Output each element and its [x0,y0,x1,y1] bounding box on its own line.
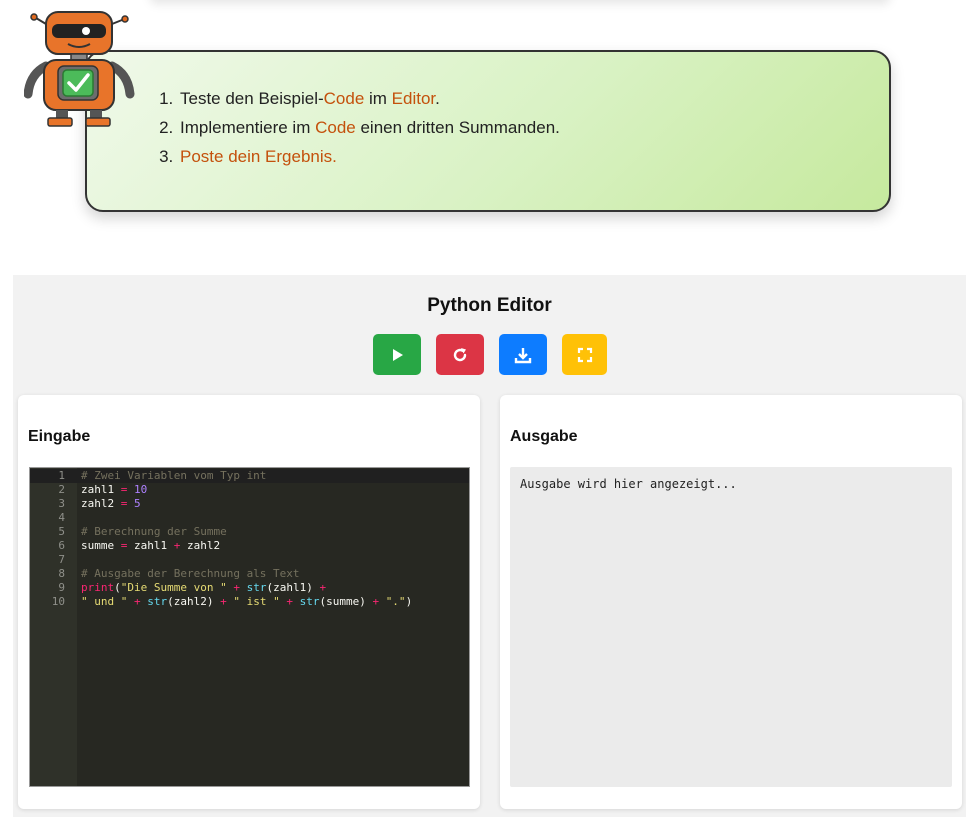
code-token: " und " [81,595,128,608]
code-token: " ist " [233,595,280,608]
task-item-3: Poste dein Ergebnis. [178,142,560,171]
code-line: 5 # Berechnung der Summe [30,525,469,539]
output-pane: Ausgabe Ausgabe wird hier angezeigt... [500,395,962,809]
editor-toolbar [13,334,966,375]
code-line: 7 [30,553,469,567]
line-number: 1 [58,469,65,482]
task-text: Teste den Beispiel- [180,89,324,108]
code-line: 3 zahl2 = 5 [30,497,469,511]
code-editor[interactable]: 1 # Zwei Variablen vom Typ int 2 zahl1 = 10… [29,467,470,787]
code-token: + [133,595,141,608]
code-token: 5 [134,497,141,510]
code-token: zahl2 [180,539,221,552]
task-item-1: Teste den Beispiel-Code im Editor. [178,84,560,113]
robot-mascot-icon [24,11,135,127]
play-icon [393,348,403,361]
code-token: "." [385,595,406,608]
code-lines: 1 # Zwei Variablen vom Typ int 2 zahl1 = 10… [30,469,469,609]
code-token: + [220,595,227,608]
code-token: ( [114,581,121,594]
code-text: summe = zahl1 + zahl2 [81,539,220,553]
run-button[interactable] [373,334,421,375]
output-title: Ausgabe [510,428,578,445]
output-console: Ausgabe wird hier angezeigt... [510,467,952,787]
code-line: 9 print("Die Summe von " + str(zahl1) + [30,581,469,595]
input-pane: Eingabe 1 # Zwei Variablen vom Typ int 2 za… [18,395,480,809]
task-item-2: Implementiere im Code einen dritten Summ… [178,113,560,142]
task-link[interactable]: Editor [392,89,435,108]
input-title: Eingabe [28,428,91,445]
code-line: 2 zahl1 = 10 [30,483,469,497]
code-text: # Berechnung der Summe [81,525,227,539]
task-link[interactable]: Code [315,118,356,137]
code-token: 10 [134,483,148,496]
code-token: (zahl2) [167,595,221,608]
code-token: (zahl1) [266,581,320,594]
task-card: Teste den Beispiel-Code im Editor.Implem… [85,50,891,212]
line-number: 4 [58,511,65,524]
code-token: + [233,581,240,594]
code-token: zahl1 [81,483,121,496]
code-text: " und " + str(zahl2) + " ist " + str(sum… [81,595,412,609]
line-number: 7 [58,553,65,566]
output-placeholder: Ausgabe wird hier angezeigt... [520,477,737,491]
code-token: + [319,581,327,594]
code-line: 10 " und " + str(zahl2) + " ist " + str(s… [30,595,469,609]
task-text: im [364,89,392,108]
code-token: (summe) [319,595,373,608]
code-text: zahl2 = 5 [81,497,141,511]
line-number: 3 [58,497,65,510]
line-number: 9 [58,581,65,594]
code-token: str [299,595,320,608]
line-number: 6 [58,539,65,552]
code-token: str [147,595,168,608]
code-text: # Zwei Variablen vom Typ int [81,469,266,483]
refresh-icon [453,347,467,361]
line-number: 8 [58,567,65,580]
code-line: 4 [30,511,469,525]
line-number: 2 [58,483,65,496]
code-token: # Ausgabe der Berechnung als Text [81,567,300,580]
code-line: 6 summe = zahl1 + zahl2 [30,539,469,553]
code-text: zahl1 = 10 [81,483,147,497]
line-number: 5 [58,525,65,538]
task-text: einen dritten Summanden. [355,118,560,137]
code-token: + [286,595,293,608]
code-text: # Ausgabe der Berechnung als Text [81,567,300,581]
code-line: 1 # Zwei Variablen vom Typ int [30,469,469,483]
task-list: Teste den Beispiel-Code im Editor.Implem… [160,84,560,171]
task-link[interactable]: Code [324,89,365,108]
download-icon [514,347,532,363]
code-token: # Berechnung der Summe [81,525,227,538]
task-link[interactable]: Poste dein Ergebnis. [180,147,337,166]
fullscreen-button[interactable] [562,334,607,375]
code-token: "Die Summe von " [120,581,227,594]
line-number: 10 [51,595,65,608]
fullscreen-icon [577,347,592,362]
editor-title: Python Editor [427,295,552,316]
code-token: str [246,581,267,594]
code-line: 8 # Ausgabe der Berechnung als Text [30,567,469,581]
python-editor-panel: Python Editor Eingabe 1 # Zwei Variablen… [13,275,966,817]
code-token: zahl2 [81,497,121,510]
code-token: ) [405,595,413,608]
task-text: . [435,89,440,108]
code-token: # Zwei Variablen vom Typ int [81,469,267,482]
task-text: Implementiere im [180,118,316,137]
code-text: print("Die Summe von " + str(zahl1) + [81,581,326,595]
reset-button[interactable] [436,334,484,375]
code-token: print [81,581,115,594]
download-button[interactable] [499,334,547,375]
code-token: zahl1 [127,539,174,552]
code-token: summe [81,539,121,552]
